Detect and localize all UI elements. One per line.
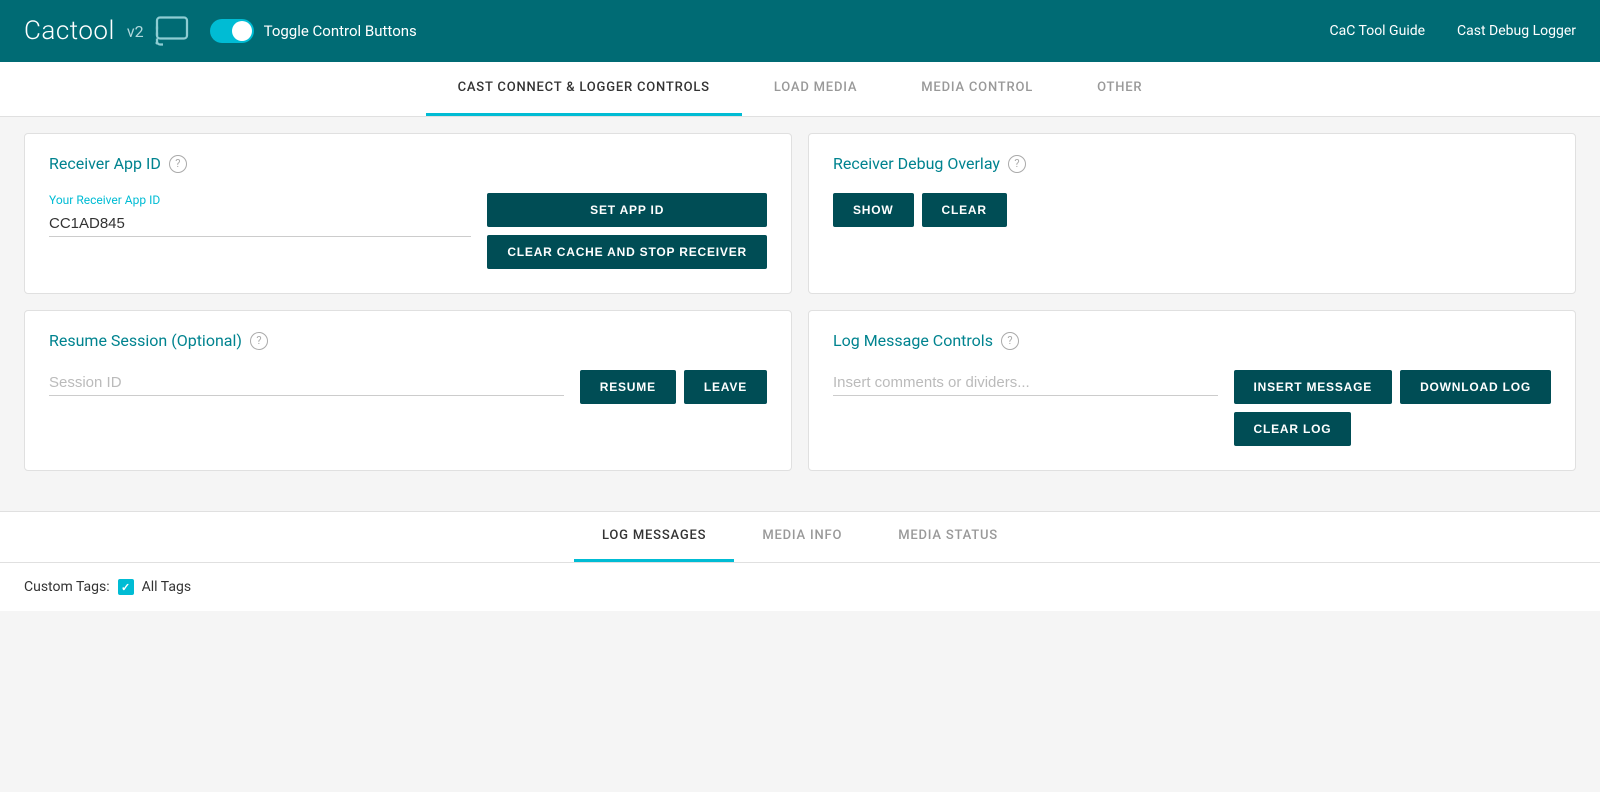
toggle-control-buttons[interactable]: [210, 19, 254, 43]
toggle-label: Toggle Control Buttons: [264, 22, 417, 40]
logo-text: Cactool: [24, 16, 115, 46]
receiver-app-id-buttons: SET APP ID CLEAR CACHE AND STOP RECEIVER: [487, 193, 767, 269]
leave-button[interactable]: LEAVE: [684, 370, 767, 404]
toggle-section: Toggle Control Buttons: [210, 19, 417, 43]
resume-session-card: Resume Session (Optional) ? RESUME LEAVE: [24, 310, 792, 471]
cards-grid: Receiver App ID ? Your Receiver App ID S…: [24, 133, 1576, 471]
tab-bar: CAST CONNECT & LOGGER CONTROLS LOAD MEDI…: [0, 62, 1600, 117]
receiver-app-id-card: Receiver App ID ? Your Receiver App ID S…: [24, 133, 792, 294]
receiver-app-id-title: Receiver App ID ?: [49, 154, 767, 173]
cac-tool-guide-link[interactable]: CaC Tool Guide: [1330, 23, 1426, 39]
bottom-tab-log-messages[interactable]: LOG MESSAGES: [574, 512, 734, 562]
custom-tags-section: Custom Tags: All Tags: [24, 579, 1576, 595]
receiver-app-id-help-icon[interactable]: ?: [169, 155, 187, 173]
bottom-tab-media-info[interactable]: MEDIA INFO: [734, 512, 870, 562]
log-insert-input[interactable]: [833, 370, 1218, 396]
header-nav: CaC Tool Guide Cast Debug Logger: [1330, 23, 1577, 39]
resume-button[interactable]: RESUME: [580, 370, 676, 404]
log-message-controls-body: INSERT MESSAGE DOWNLOAD LOG CLEAR LOG: [833, 370, 1551, 446]
tab-media-control[interactable]: MEDIA CONTROL: [889, 62, 1065, 116]
bottom-tab-bar: LOG MESSAGES MEDIA INFO MEDIA STATUS: [0, 512, 1600, 563]
receiver-app-id-label: Your Receiver App ID: [49, 193, 471, 207]
main-content: Receiver App ID ? Your Receiver App ID S…: [0, 117, 1600, 503]
resume-session-body: RESUME LEAVE: [49, 370, 767, 404]
resume-session-title: Resume Session (Optional) ?: [49, 331, 767, 350]
download-log-button[interactable]: DOWNLOAD LOG: [1400, 370, 1551, 404]
resume-session-buttons: RESUME LEAVE: [580, 370, 767, 404]
receiver-app-id-body: Your Receiver App ID SET APP ID CLEAR CA…: [49, 193, 767, 269]
log-message-controls-help-icon[interactable]: ?: [1001, 332, 1019, 350]
all-tags-label: All Tags: [142, 579, 191, 595]
session-id-input[interactable]: [49, 370, 564, 396]
logo-version: v2: [127, 22, 144, 41]
log-message-controls-card: Log Message Controls ? INSERT MESSAGE DO…: [808, 310, 1576, 471]
clear-cache-stop-receiver-button[interactable]: CLEAR CACHE AND STOP RECEIVER: [487, 235, 767, 269]
log-control-buttons: INSERT MESSAGE DOWNLOAD LOG CLEAR LOG: [1234, 370, 1551, 446]
clear-debug-overlay-button[interactable]: CLEAR: [922, 193, 1007, 227]
bottom-content: Custom Tags: All Tags: [0, 563, 1600, 611]
receiver-debug-overlay-card: Receiver Debug Overlay ? SHOW CLEAR: [808, 133, 1576, 294]
insert-message-button[interactable]: INSERT MESSAGE: [1234, 370, 1393, 404]
receiver-debug-overlay-help-icon[interactable]: ?: [1008, 155, 1026, 173]
resume-session-help-icon[interactable]: ?: [250, 332, 268, 350]
log-insert-input-section: [833, 370, 1218, 396]
cast-icon: [154, 13, 190, 49]
header: Cactool v2 Toggle Control Buttons CaC To…: [0, 0, 1600, 62]
logo: Cactool v2: [24, 13, 190, 49]
bottom-section: LOG MESSAGES MEDIA INFO MEDIA STATUS Cus…: [0, 511, 1600, 611]
debug-overlay-buttons: SHOW CLEAR: [833, 193, 1551, 227]
receiver-debug-overlay-title: Receiver Debug Overlay ?: [833, 154, 1551, 173]
receiver-app-id-input-section: Your Receiver App ID: [49, 193, 471, 237]
bottom-tab-media-status[interactable]: MEDIA STATUS: [870, 512, 1026, 562]
custom-tags-label: Custom Tags:: [24, 579, 110, 595]
cast-debug-logger-link[interactable]: Cast Debug Logger: [1457, 23, 1576, 39]
tab-cast-connect[interactable]: CAST CONNECT & LOGGER CONTROLS: [426, 62, 742, 116]
log-top-buttons: INSERT MESSAGE DOWNLOAD LOG: [1234, 370, 1551, 404]
receiver-app-id-input[interactable]: [49, 211, 471, 237]
tab-other[interactable]: OTHER: [1065, 62, 1174, 116]
all-tags-checkbox[interactable]: [118, 579, 134, 595]
show-debug-overlay-button[interactable]: SHOW: [833, 193, 914, 227]
clear-log-button[interactable]: CLEAR LOG: [1234, 412, 1352, 446]
tab-load-media[interactable]: LOAD MEDIA: [742, 62, 889, 116]
log-message-controls-title: Log Message Controls ?: [833, 331, 1551, 350]
session-id-input-section: [49, 370, 564, 396]
set-app-id-button[interactable]: SET APP ID: [487, 193, 767, 227]
